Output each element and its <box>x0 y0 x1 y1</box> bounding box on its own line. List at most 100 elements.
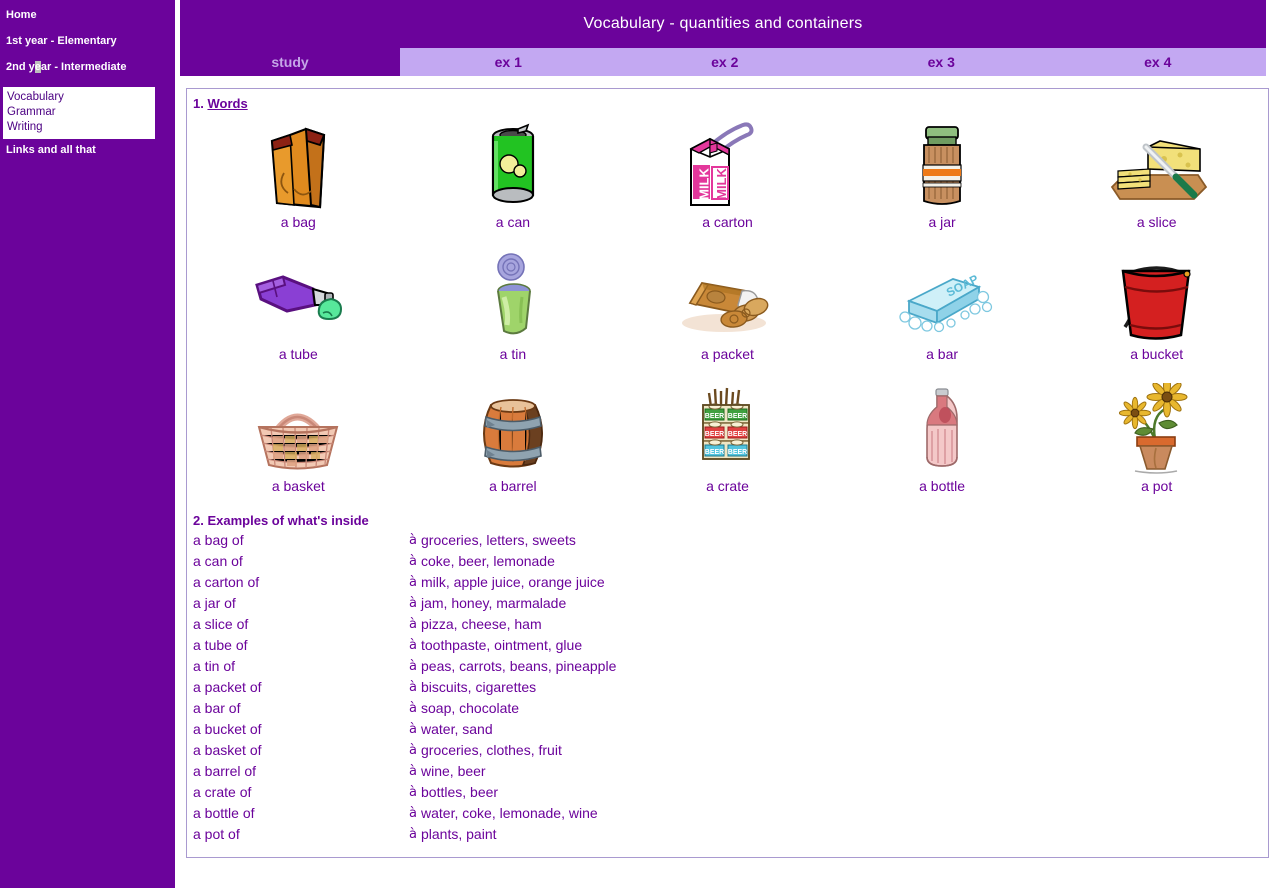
word-label: a jar <box>928 214 956 230</box>
svg-text:BEER: BEER <box>705 449 724 456</box>
main-column: Vocabulary - quantities and containers s… <box>180 0 1273 888</box>
word-cell-pot[interactable]: a pot <box>1049 381 1264 513</box>
sidebar-link-home[interactable]: Home <box>0 9 175 22</box>
example-row: a crate of à bottles, beer <box>193 782 1268 803</box>
tab-study[interactable]: study <box>180 48 400 76</box>
toothpaste-tube-icon <box>243 249 353 345</box>
word-label: a tube <box>278 346 318 362</box>
arrow-icon: à <box>409 764 417 779</box>
word-label: a packet <box>701 346 754 362</box>
svg-text:BEER: BEER <box>728 431 747 438</box>
example-contents: groceries, clothes, fruit <box>421 742 562 758</box>
tab-ex-2[interactable]: ex 2 <box>616 48 833 76</box>
tab-ex-1[interactable]: ex 1 <box>400 48 617 76</box>
example-term: a tin of <box>193 658 236 674</box>
arrow-icon: à <box>409 533 417 548</box>
section-heading-examples: 2. Examples of what's inside <box>187 513 1268 528</box>
word-label: a can <box>495 214 531 230</box>
example-contents: groceries, letters, sweets <box>421 532 576 548</box>
example-term: a tube of <box>193 637 248 653</box>
word-grid: a bag a can MILK MILK a carton a jar a s… <box>187 117 1268 513</box>
example-row: a bottle of à water, coke, lemonade, wine <box>193 803 1268 824</box>
example-term: a bottle of <box>193 805 255 821</box>
example-row: a jar of à jam, honey, marmalade <box>193 593 1268 614</box>
drink-can-icon <box>478 117 548 213</box>
svg-text:MILK: MILK <box>714 168 729 200</box>
example-row: a bucket of à water, sand <box>193 719 1268 740</box>
word-cell-crate[interactable]: BEER BEER BEER BEER BEER BEER a crate <box>620 381 835 513</box>
page-title: Vocabulary - quantities and containers <box>180 0 1266 48</box>
word-cell-bag[interactable]: a bag <box>191 117 406 249</box>
word-label: a barrel <box>489 478 537 494</box>
sidebar-item-vocabulary[interactable]: Vocabulary <box>7 90 154 105</box>
example-contents: biscuits, cigarettes <box>421 679 537 695</box>
sidebar-link-second-year[interactable]: 2nd year - Intermediate <box>0 61 175 74</box>
word-cell-barrel[interactable]: a barrel <box>406 381 621 513</box>
milk-carton-icon: MILK MILK <box>673 117 781 213</box>
example-term: a slice of <box>193 616 249 632</box>
word-cell-slice[interactable]: a slice <box>1049 117 1264 249</box>
word-label: a bag <box>280 214 316 230</box>
example-term: a jar of <box>193 595 236 611</box>
example-row: a pot of à plants, paint <box>193 824 1268 845</box>
example-row: a packet of à biscuits, cigarettes <box>193 677 1268 698</box>
word-label: a tin <box>499 346 527 362</box>
open-tin-icon <box>478 249 548 345</box>
wicker-basket-icon <box>243 381 353 477</box>
soda-bottle-icon <box>915 381 969 477</box>
sidebar-link-second-year-post: ar - Intermediate <box>40 61 127 73</box>
sidebar-link-first-year[interactable]: 1st year - Elementary <box>0 35 175 48</box>
word-label: a pot <box>1141 478 1173 494</box>
soap-bar-icon: SOAP <box>887 249 997 345</box>
example-contents: bottles, beer <box>421 784 499 800</box>
svg-text:BEER: BEER <box>728 413 747 420</box>
sidebar-item-grammar[interactable]: Grammar <box>7 105 154 120</box>
arrow-icon: à <box>409 827 417 842</box>
tab-ex-3[interactable]: ex 3 <box>833 48 1050 76</box>
example-contents: wine, beer <box>421 763 486 779</box>
svg-text:MILK: MILK <box>697 168 712 200</box>
word-cell-packet[interactable]: a packet <box>620 249 835 381</box>
word-cell-can[interactable]: a can <box>406 117 621 249</box>
paper-bag-icon <box>250 117 346 213</box>
arrow-icon: à <box>409 554 417 569</box>
example-term: a can of <box>193 553 243 569</box>
example-contents: soap, chocolate <box>421 700 520 716</box>
flower-pot-icon <box>1109 381 1205 477</box>
word-cell-bottle[interactable]: a bottle <box>835 381 1050 513</box>
word-cell-tube[interactable]: a tube <box>191 249 406 381</box>
example-row: a can of à coke, beer, lemonade <box>193 551 1268 572</box>
svg-text:BEER: BEER <box>705 431 724 438</box>
example-row: a carton of à milk, apple juice, orange ju… <box>193 572 1268 593</box>
word-grid-row: a bag a can MILK MILK a carton a jar a s… <box>191 117 1264 249</box>
tab-ex-4[interactable]: ex 4 <box>1049 48 1266 76</box>
wooden-barrel-icon <box>467 381 559 477</box>
example-term: a bar of <box>193 700 241 716</box>
example-contents: toothpaste, ointment, glue <box>421 637 583 653</box>
arrow-icon: à <box>409 596 417 611</box>
word-cell-jar[interactable]: a jar <box>835 117 1050 249</box>
word-label: a bar <box>926 346 959 362</box>
word-label: a carton <box>702 214 753 230</box>
section-number-2: 2. <box>193 513 204 528</box>
example-contents: water, coke, lemonade, wine <box>421 805 598 821</box>
example-contents: coke, beer, lemonade <box>421 553 555 569</box>
arrow-icon: à <box>409 722 417 737</box>
sidebar-link-links-and-all-that[interactable]: Links and all that <box>0 144 175 157</box>
word-cell-bar[interactable]: SOAP a bar <box>835 249 1050 381</box>
section-title-examples: Examples of what's inside <box>207 513 369 528</box>
content-panel: 1. Words a bag a can MILK MILK a carton … <box>186 88 1269 858</box>
word-cell-carton[interactable]: MILK MILK a carton <box>620 117 835 249</box>
example-term: a packet of <box>193 679 262 695</box>
example-term: a bucket of <box>193 721 262 737</box>
sidebar-item-writing[interactable]: Writing <box>7 120 154 135</box>
section-title-words: Words <box>207 96 248 111</box>
svg-text:BEER: BEER <box>705 413 724 420</box>
word-cell-bucket[interactable]: a bucket <box>1049 249 1264 381</box>
example-row: a tin of à peas, carrots, beans, pineapple <box>193 656 1268 677</box>
example-row: a tube of à toothpaste, ointment, glue <box>193 635 1268 656</box>
word-cell-basket[interactable]: a basket <box>191 381 406 513</box>
example-term: a basket of <box>193 742 262 758</box>
example-term: a carton of <box>193 574 260 590</box>
word-cell-tin[interactable]: a tin <box>406 249 621 381</box>
